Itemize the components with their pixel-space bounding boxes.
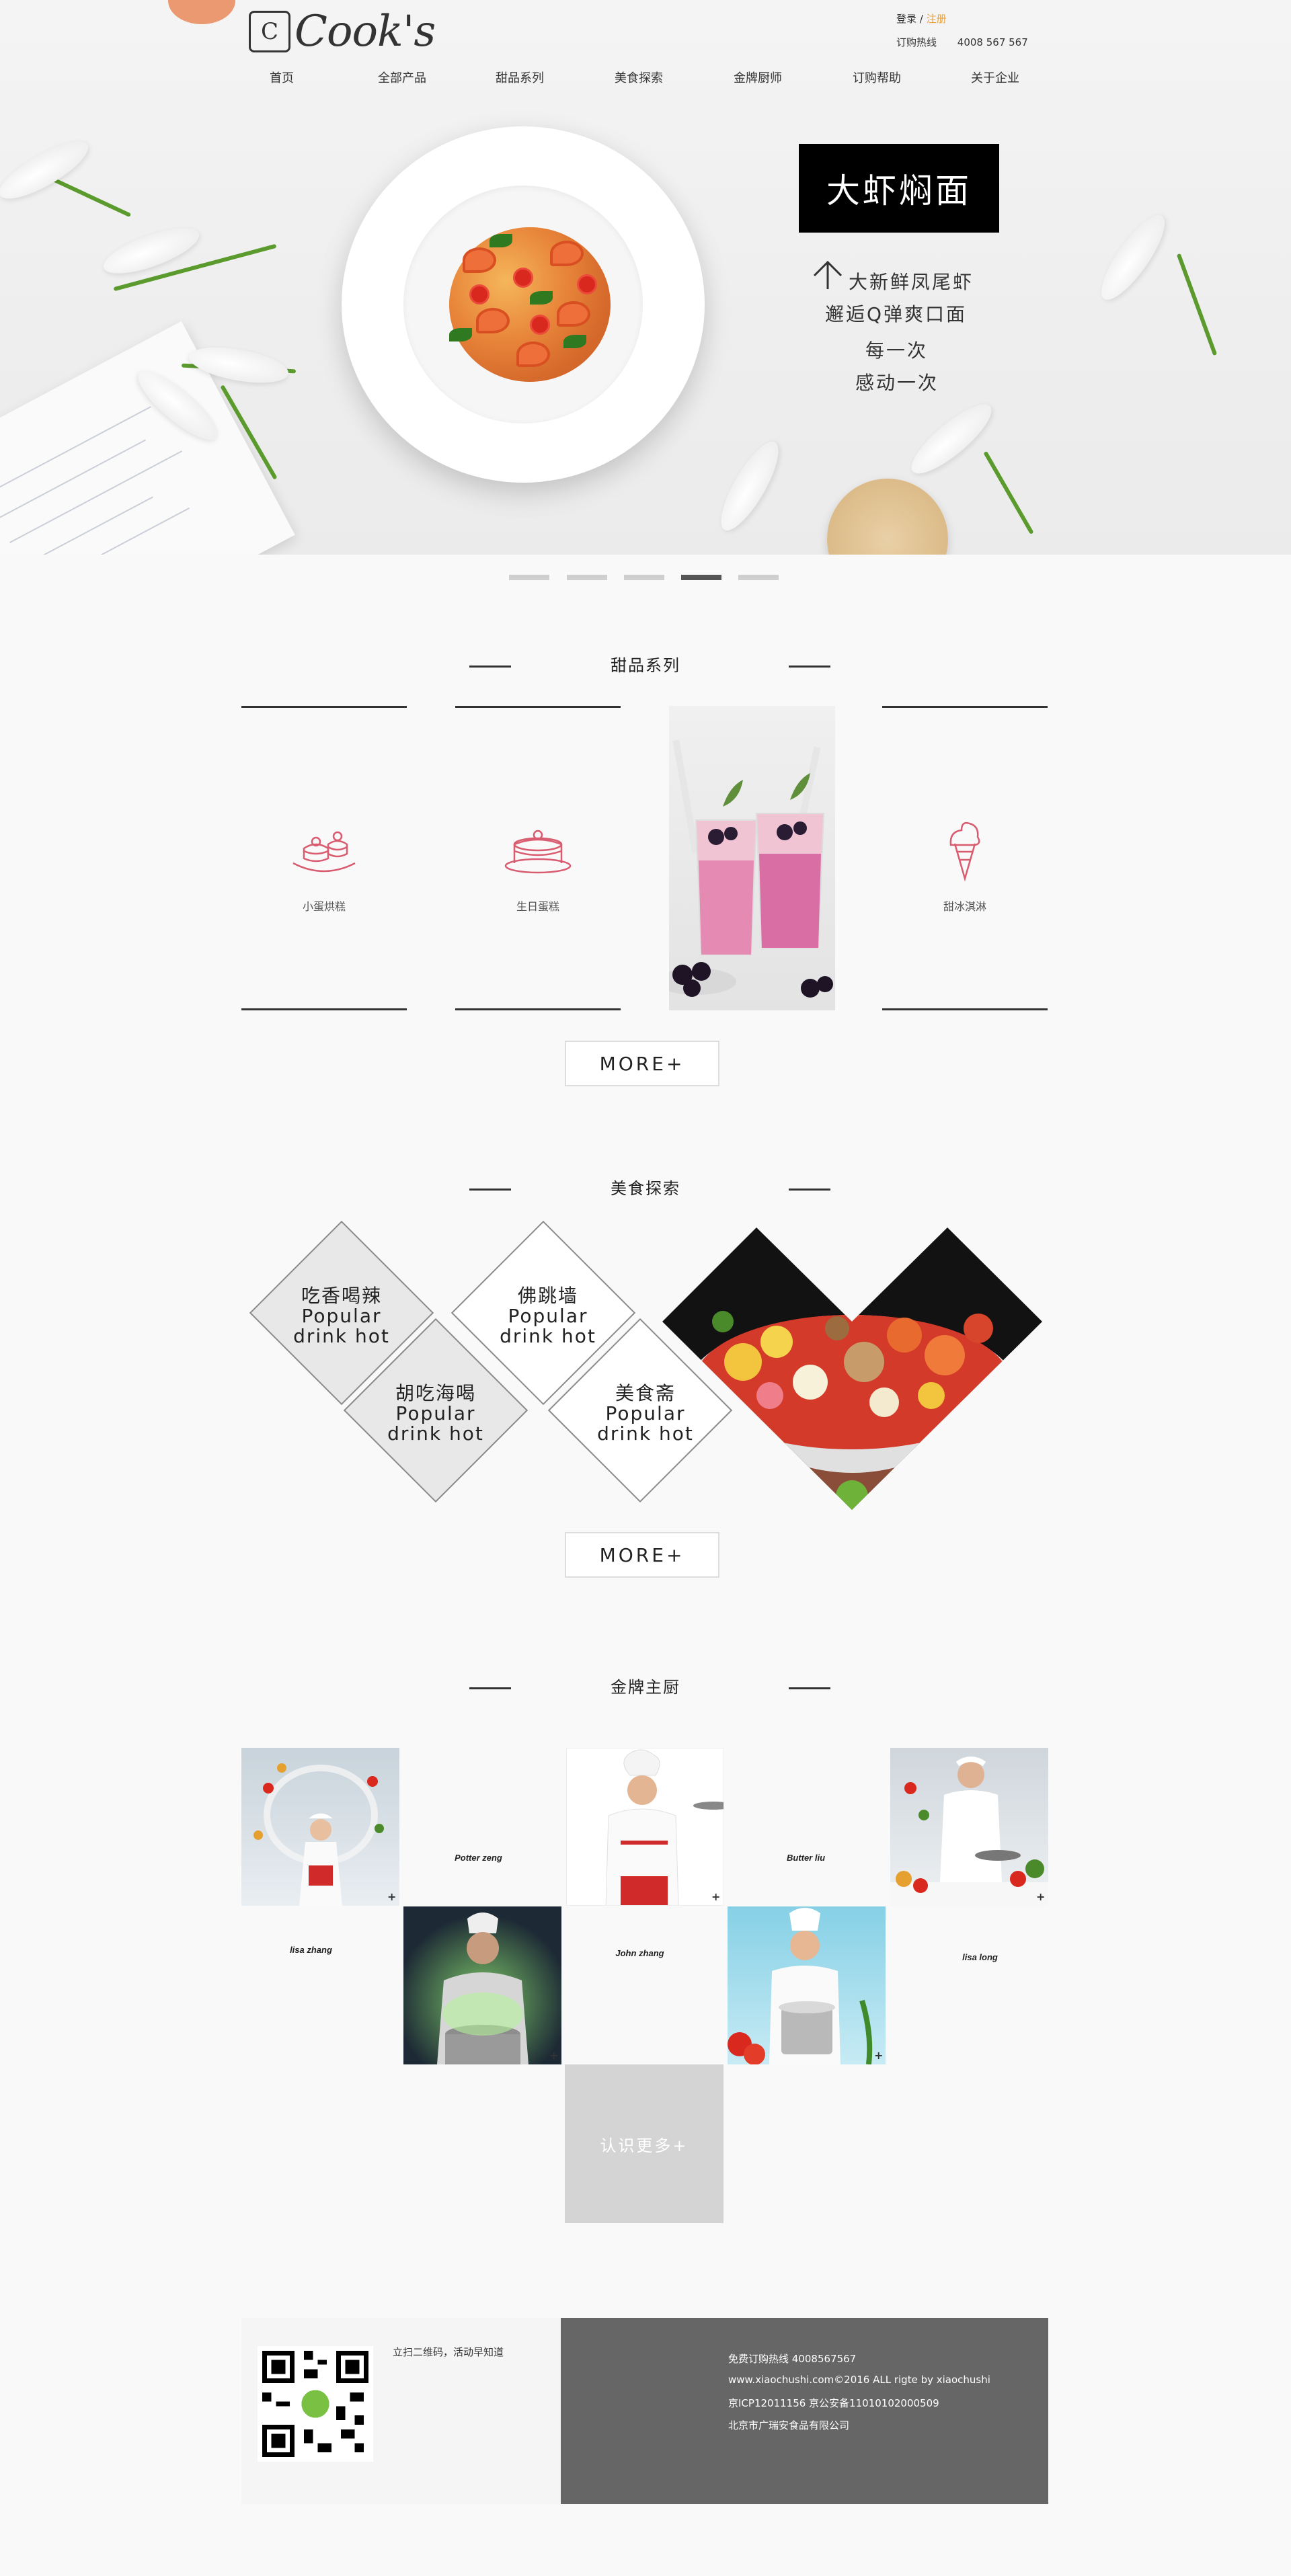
slider-dot[interactable]: [567, 575, 607, 580]
nav-item-desserts[interactable]: 甜品系列: [496, 69, 544, 86]
slider-dot[interactable]: [738, 575, 779, 580]
explore-item-en2: drink hot: [500, 1325, 596, 1347]
pasta-plate-image: [342, 126, 705, 483]
hero-line-2: 邂逅Q弹爽口面: [825, 303, 968, 325]
chef-photo[interactable]: [728, 1906, 886, 2064]
qr-code-icon: [258, 2346, 373, 2462]
slider-dot[interactable]: [624, 575, 664, 580]
hero-line-1: 大新鲜凤尾虾: [849, 271, 974, 293]
chef-name: lisa zhang: [290, 1945, 332, 1955]
expand-plus-icon[interactable]: +: [874, 2050, 883, 2061]
stem-decoration: [1176, 253, 1218, 356]
hotline: 订购热线 4008 567 567: [896, 35, 1028, 49]
explore-item-en1: Popular: [395, 1402, 476, 1424]
dessert-label: 小蛋烘糕: [302, 900, 346, 913]
expand-plus-icon[interactable]: +: [711, 1892, 720, 1902]
dessert-card[interactable]: 生日蛋糕: [455, 706, 621, 1010]
nav-item-explore[interactable]: 美食探索: [615, 69, 663, 86]
nav-item-about[interactable]: 关于企业: [971, 69, 1019, 86]
footer-icp: 京ICP12011156 京公安备11010102000509: [728, 2397, 939, 2409]
footer-qr-panel: 立扫二维码，活动早知道: [241, 2318, 561, 2504]
explore-item-en1: Popular: [508, 1305, 588, 1327]
slider-indicator: [0, 575, 1291, 581]
explore-item-en2: drink hot: [293, 1325, 390, 1347]
auth-links: 登录 / 注册: [896, 11, 947, 26]
explore-item-name: 胡吃海喝: [395, 1382, 476, 1404]
flower-decoration: [0, 131, 95, 209]
chef-name: John zhang: [615, 1948, 664, 1958]
flower-decoration: [711, 434, 789, 538]
explore-item-name: 佛跳墙: [517, 1285, 578, 1307]
ice-cream-icon: [949, 821, 980, 882]
section-title: 金牌主厨: [611, 1678, 680, 1697]
footer-copyright: www.xiaochushi.com©2016 ALL rigte by xia…: [728, 2374, 990, 2386]
dessert-card[interactable]: 甜冰淇淋: [882, 706, 1048, 1010]
section-heading-explore: 美食探索: [0, 1175, 1291, 1202]
petal-decoration: [168, 0, 235, 24]
chef-photo[interactable]: [403, 1906, 561, 2064]
explore-item-en2: drink hot: [387, 1422, 484, 1445]
slider-dot[interactable]: [509, 575, 549, 580]
flower-decoration: [98, 218, 204, 283]
birthday-cake-icon: [504, 830, 572, 874]
dessert-card[interactable]: 小蛋烘糕: [241, 706, 407, 1010]
chef-photo[interactable]: [241, 1748, 399, 1906]
pink-drink-image: [669, 706, 835, 1010]
nav-item-chefs[interactable]: 金牌厨师: [734, 69, 782, 86]
footer-info-panel: 免费订购热线 4008567567 www.xiaochushi.com©201…: [561, 2318, 1048, 2504]
expand-plus-icon[interactable]: +: [1036, 1892, 1045, 1902]
section-title: 甜品系列: [611, 656, 680, 675]
expand-plus-icon[interactable]: +: [549, 2050, 558, 2061]
stem-decoration: [50, 176, 132, 218]
nav-item-help[interactable]: 订购帮助: [853, 69, 901, 86]
footer-company: 北京市广瑞安食品有限公司: [728, 2419, 850, 2431]
chef-name: Potter zeng: [455, 1853, 502, 1863]
nav-item-products[interactable]: 全部产品: [378, 69, 426, 86]
auth-separator: /: [919, 13, 923, 25]
explore-item-en1: Popular: [301, 1305, 382, 1327]
hero-banner[interactable]: C Cook's 登录 / 注册 订购热线 4008 567 567 首页 全部…: [0, 0, 1291, 555]
hero-line-3: 每一次: [865, 339, 929, 362]
chef-name: lisa long: [962, 1952, 998, 1962]
explore-item-name: 吃香喝辣: [301, 1285, 382, 1307]
footer-hotline: 免费订购热线 4008567567: [728, 2353, 857, 2365]
main-nav: 首页 全部产品 甜品系列 美食探索 金牌厨师 订购帮助 关于企业: [249, 69, 1042, 89]
cracker-decoration: [827, 479, 948, 555]
slider-dot-active[interactable]: [681, 575, 721, 580]
explore-item-text: 佛跳墙 Popular drink hot: [474, 1286, 622, 1346]
register-link[interactable]: 注册: [927, 13, 947, 25]
hero-title: 大虾焖面: [799, 144, 999, 233]
chef-photo[interactable]: [890, 1748, 1048, 1906]
dessert-label: 生日蛋糕: [516, 900, 559, 913]
dessert-label: 甜冰淇淋: [943, 900, 986, 913]
cake-icon: [292, 831, 356, 873]
flower-decoration: [1091, 207, 1175, 308]
brand-logo[interactable]: C Cook's: [249, 7, 436, 56]
hotpot-food-image: [662, 1227, 1042, 1510]
stem-decoration: [983, 450, 1034, 535]
more-desserts-button[interactable]: MORE+: [565, 1041, 719, 1086]
more-explore-button[interactable]: MORE+: [565, 1532, 719, 1578]
more-chefs-button[interactable]: 认识更多+: [565, 2064, 723, 2223]
login-link[interactable]: 登录: [896, 13, 916, 25]
nav-item-home[interactable]: 首页: [270, 69, 294, 86]
arrow-up-icon: [813, 260, 843, 289]
explore-item-text: 胡吃海喝 Popular drink hot: [362, 1383, 510, 1444]
expand-plus-icon[interactable]: +: [387, 1892, 396, 1902]
chef-photo[interactable]: [566, 1748, 724, 1906]
section-title: 美食探索: [611, 1179, 680, 1198]
logo-mark-icon: C: [249, 11, 290, 52]
chef-name: Butter liu: [786, 1853, 826, 1863]
section-heading-desserts: 甜品系列: [0, 652, 1291, 679]
hotline-number: 4008 567 567: [957, 36, 1028, 48]
logo-text: Cook's: [295, 7, 436, 56]
page: C Cook's 登录 / 注册 订购热线 4008 567 567 首页 全部…: [0, 0, 1291, 2576]
explore-item-text: 吃香喝辣 Popular drink hot: [268, 1286, 416, 1346]
section-heading-chefs: 金牌主厨: [0, 1674, 1291, 1701]
qr-caption: 立扫二维码，活动早知道: [393, 2346, 504, 2358]
hotline-label: 订购热线: [896, 36, 937, 48]
flower-decoration: [902, 395, 1001, 483]
hero-line-4: 感动一次: [855, 372, 939, 394]
